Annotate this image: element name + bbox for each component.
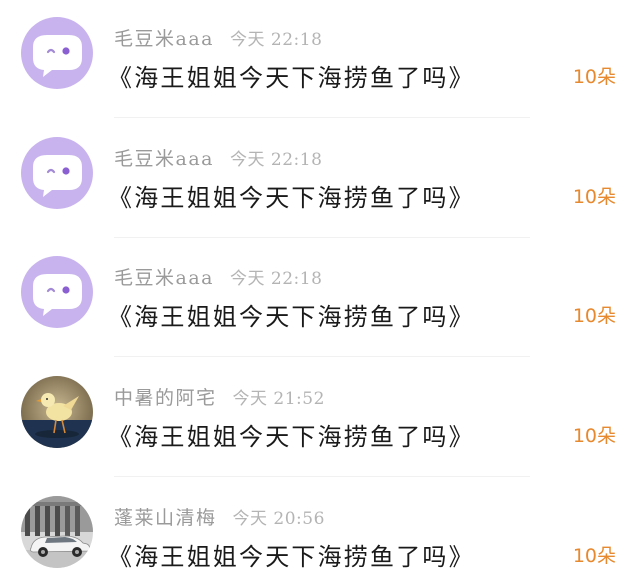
list-item[interactable]: 毛豆米aaa 今天 22:18 《海王姐姐今天下海捞鱼了吗》 10朵 [0,239,640,359]
username[interactable]: 毛豆米aaa [114,24,214,51]
comment-text: 《海王姐姐今天下海捞鱼了吗》 [108,423,475,451]
comment-meta: 毛豆米aaa 今天 22:18 [114,144,323,171]
avatar[interactable] [21,496,93,568]
timestamp: 今天 22:18 [229,150,323,170]
timestamp: 今天 20:56 [232,509,325,529]
comment-meta: 毛豆米aaa 今天 22:18 [114,24,323,51]
avatar[interactable] [21,137,93,209]
gift-count: 10朵 [572,186,616,208]
comment-meta: 毛豆米aaa 今天 22:18 [114,263,323,290]
list-item[interactable]: 蓬莱山清梅 今天 20:56 《海王姐姐今天下海捞鱼了吗》 10朵 [0,479,640,588]
timestamp: 今天 22:18 [229,269,323,289]
username[interactable]: 蓬莱山清梅 [114,503,217,530]
comment-meta: 中暑的阿宅 今天 21:52 [114,383,325,410]
car-photo-avatar [21,496,93,568]
divider [114,356,530,357]
divider [114,117,530,118]
timestamp: 今天 22:18 [229,30,323,50]
list-item[interactable]: 毛豆米aaa 今天 22:18 《海王姐姐今天下海捞鱼了吗》 10朵 [0,0,640,120]
username[interactable]: 毛豆米aaa [114,144,214,171]
default-purple-face-icon [21,256,93,328]
gift-count: 10朵 [572,545,616,567]
comment-text: 《海王姐姐今天下海捞鱼了吗》 [108,543,475,571]
timestamp: 今天 21:52 [232,389,325,409]
comment-text: 《海王姐姐今天下海捞鱼了吗》 [108,184,475,212]
comment-text: 《海王姐姐今天下海捞鱼了吗》 [108,303,475,331]
avatar[interactable] [21,376,93,448]
avatar[interactable] [21,17,93,89]
username[interactable]: 中暑的阿宅 [114,383,217,410]
comment-meta: 蓬莱山清梅 今天 20:56 [114,503,325,530]
avatar[interactable] [21,256,93,328]
gift-count: 10朵 [572,66,616,88]
username[interactable]: 毛豆米aaa [114,263,214,290]
comment-list: 毛豆米aaa 今天 22:18 《海王姐姐今天下海捞鱼了吗》 10朵 毛豆米aa… [0,0,640,588]
gift-count: 10朵 [572,425,616,447]
list-item[interactable]: 中暑的阿宅 今天 21:52 《海王姐姐今天下海捞鱼了吗》 10朵 [0,359,640,479]
gift-count: 10朵 [572,305,616,327]
divider [114,476,530,477]
default-purple-face-icon [21,137,93,209]
comment-text: 《海王姐姐今天下海捞鱼了吗》 [108,64,475,92]
default-purple-face-icon [21,17,93,89]
chick-photo-avatar [21,376,93,448]
list-item[interactable]: 毛豆米aaa 今天 22:18 《海王姐姐今天下海捞鱼了吗》 10朵 [0,120,640,240]
divider [114,237,530,238]
